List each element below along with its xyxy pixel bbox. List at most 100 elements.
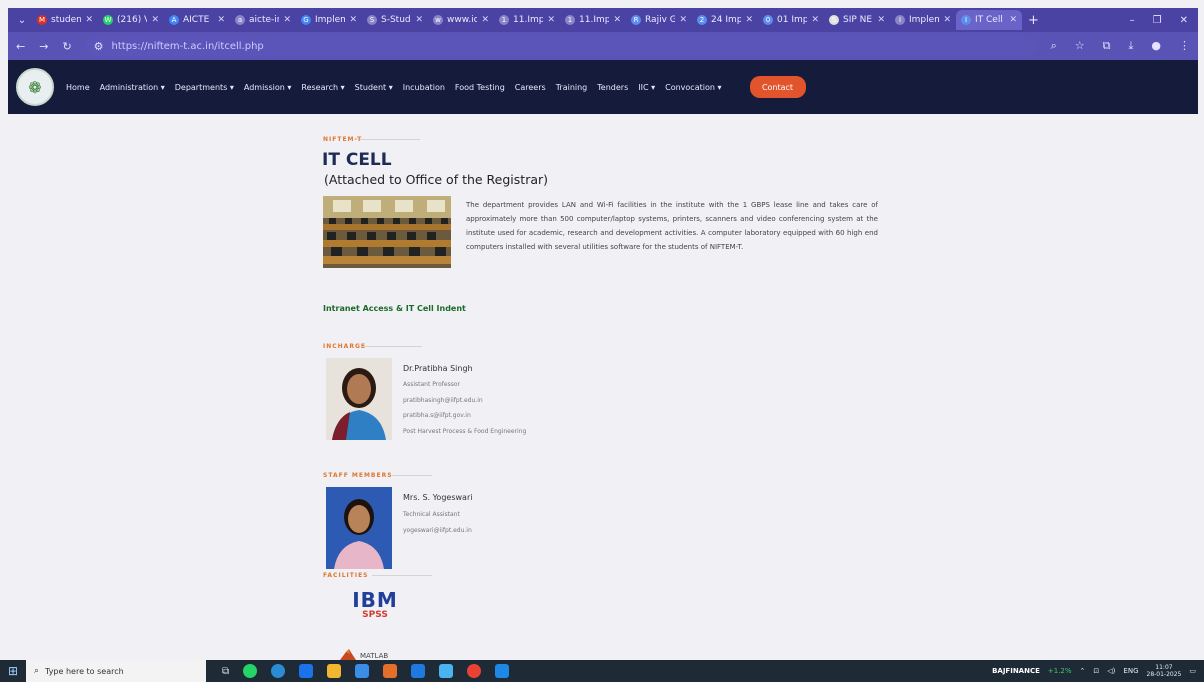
nav-item[interactable]: Incubation <box>403 83 445 92</box>
url-text[interactable]: https://niftem-t.ac.in/itcell.php <box>112 41 264 52</box>
tab-close-icon[interactable]: ✕ <box>481 15 489 25</box>
browser-tab[interactable]: a aicte-in ✕ <box>230 10 296 30</box>
incharge-email-alt[interactable]: pratibha.s@iifpt.gov.in <box>403 412 471 419</box>
extensions-icon[interactable]: ⧉ <box>1103 39 1111 53</box>
nav-item[interactable]: Home <box>66 83 90 92</box>
browser-tab[interactable]: I Implem ✕ <box>890 10 956 30</box>
tab-close-icon[interactable]: ✕ <box>613 15 621 25</box>
browser-tab[interactable]: S SIP NE ✕ <box>824 10 890 30</box>
nav-item[interactable]: Careers <box>515 83 546 92</box>
bookmark-star-icon[interactable]: ☆ <box>1075 39 1085 53</box>
tab-close-icon[interactable]: ✕ <box>349 15 357 25</box>
tab-favicon-icon: 0 <box>763 15 773 25</box>
browser-tab[interactable]: 1 11.Imp ✕ <box>494 10 560 30</box>
ibm-logo-text: IBM <box>352 588 398 612</box>
tab-close-icon[interactable]: ✕ <box>811 15 819 25</box>
nav-item[interactable]: Departments ▾ <box>175 83 234 92</box>
tab-close-icon[interactable]: ✕ <box>943 15 951 25</box>
nav-item[interactable]: Student ▾ <box>355 83 393 92</box>
incharge-email[interactable]: pratibhasingh@iifpt.edu.in <box>403 397 483 404</box>
notification-icon[interactable]: ▭ <box>1189 667 1196 675</box>
app-icon[interactable] <box>411 664 426 678</box>
app-icon[interactable] <box>355 664 370 678</box>
tab-title: www.ict <box>447 15 478 25</box>
tab-title: aicte-in <box>249 15 280 25</box>
tab-close-icon[interactable]: ✕ <box>415 15 423 25</box>
taskbar-search-box[interactable]: ⌕ Type here to search <box>26 660 206 682</box>
niftem-logo[interactable]: ❁ <box>16 68 54 106</box>
facilities-divider <box>372 575 432 576</box>
nav-item[interactable]: Training <box>556 83 588 92</box>
browser-tab[interactable]: Mstuden ✕ <box>32 10 98 30</box>
language-indicator[interactable]: ENG <box>1123 667 1138 675</box>
tab-title: Rajiv G <box>645 15 676 25</box>
browser-tab[interactable]: 2 24 Imp ✕ <box>692 10 758 30</box>
more-menu-icon[interactable]: ⋮ <box>1179 39 1190 53</box>
tab-close-icon[interactable]: ✕ <box>85 15 93 25</box>
file-explorer-icon[interactable] <box>327 664 342 678</box>
contact-button[interactable]: Contact <box>749 76 806 98</box>
app-icon[interactable] <box>495 664 510 678</box>
tab-close-icon[interactable]: ✕ <box>151 15 159 25</box>
task-view-icon[interactable]: ⧉ <box>222 666 229 677</box>
minimize-icon[interactable]: – <box>1130 15 1135 26</box>
whatsapp-icon[interactable] <box>243 664 258 678</box>
browser-tab[interactable]: A AICTE ✕ <box>164 10 230 30</box>
network-icon[interactable]: ⊡ <box>1093 667 1099 675</box>
download-icon[interactable]: ⤓ <box>1129 39 1134 53</box>
nav-item[interactable]: Administration ▾ <box>100 83 165 92</box>
app-icon[interactable] <box>383 664 398 678</box>
nav-item[interactable]: IIC ▾ <box>638 83 655 92</box>
browser-tab[interactable]: G Implem ✕ <box>296 10 362 30</box>
nav-item[interactable]: Food Testing <box>455 83 505 92</box>
nav-item[interactable]: Admission ▾ <box>244 83 292 92</box>
browser-tab[interactable]: S S-Stud ✕ <box>362 10 428 30</box>
maximize-icon[interactable]: ❐ <box>1153 15 1162 26</box>
tab-close-icon[interactable]: ✕ <box>217 15 225 25</box>
nav-item[interactable]: Convocation ▾ <box>665 83 721 92</box>
reload-icon[interactable]: ↻ <box>62 40 71 53</box>
app-icon[interactable] <box>439 664 454 678</box>
clock[interactable]: 11:07 28-01-2025 <box>1147 664 1182 678</box>
tab-favicon-icon: M <box>37 15 47 25</box>
forward-icon[interactable]: → <box>39 40 48 53</box>
browser-tab[interactable]: I IT Cell ✕ <box>956 10 1022 30</box>
tab-favicon-icon: a <box>235 15 245 25</box>
store-icon[interactable] <box>299 664 314 678</box>
nav-item[interactable]: Tenders <box>597 83 628 92</box>
intranet-access-link[interactable]: Intranet Access & IT Cell Indent <box>323 304 466 313</box>
volume-icon[interactable]: ◁) <box>1107 667 1115 675</box>
chrome-icon[interactable] <box>467 664 482 678</box>
staff-email[interactable]: yogeswari@iifpt.edu.in <box>403 527 472 534</box>
tab-close-icon[interactable]: ✕ <box>547 15 555 25</box>
nav-item[interactable]: Research ▾ <box>301 83 344 92</box>
tab-search-icon[interactable]: ⌄ <box>12 10 32 30</box>
tab-favicon-icon: W <box>103 15 113 25</box>
site-info-icon[interactable]: ⚙ <box>94 40 104 53</box>
tab-close-icon[interactable]: ✕ <box>1009 15 1017 25</box>
tab-close-icon[interactable]: ✕ <box>877 15 885 25</box>
close-window-icon[interactable]: ✕ <box>1180 15 1188 26</box>
tab-favicon-icon: w <box>433 15 443 25</box>
tab-close-icon[interactable]: ✕ <box>283 15 291 25</box>
profile-icon[interactable]: ● <box>1151 39 1161 53</box>
tab-close-icon[interactable]: ✕ <box>679 15 687 25</box>
tab-close-icon[interactable]: ✕ <box>745 15 753 25</box>
browser-tab[interactable]: w www.ict✕ <box>428 10 494 30</box>
windows-start-icon[interactable]: ⊞ <box>0 660 26 682</box>
window-controls: – ❐ ✕ <box>1130 15 1188 26</box>
tray-chevron-icon[interactable]: ⌃ <box>1080 667 1086 675</box>
tab-favicon-icon: 1 <box>565 15 575 25</box>
zoom-icon[interactable]: ⌕ <box>1051 39 1057 53</box>
new-tab-icon[interactable]: + <box>1028 13 1039 28</box>
browser-tab[interactable]: R Rajiv G ✕ <box>626 10 692 30</box>
stock-ticker[interactable]: BAJFINANCE <box>992 667 1040 675</box>
tab-favicon-icon: S <box>367 15 377 25</box>
url-field[interactable]: ⚙ https://niftem-t.ac.in/itcell.php <box>85 36 1037 56</box>
tab-favicon-icon: 1 <box>499 15 509 25</box>
browser-tab[interactable]: 0 01 Imp ✕ <box>758 10 824 30</box>
browser-tab[interactable]: 1 11.Imp ✕ <box>560 10 626 30</box>
back-icon[interactable]: ← <box>16 40 25 53</box>
edge-icon[interactable] <box>271 664 286 678</box>
browser-tab[interactable]: W (216) V ✕ <box>98 10 164 30</box>
